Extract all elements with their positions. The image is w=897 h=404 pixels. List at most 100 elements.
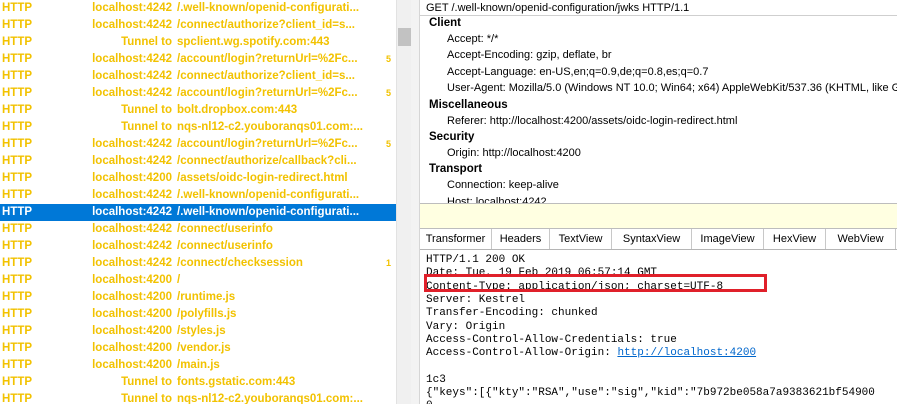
header-item[interactable]: User-Agent: Mozilla/5.0 (Windows NT 10.0… bbox=[447, 82, 897, 94]
session-row[interactable]: HTTP localhost:4242/connect/authorize?cli… bbox=[0, 68, 396, 85]
tab-hexview[interactable]: HexView bbox=[764, 229, 826, 249]
session-host: localhost:4200 bbox=[92, 308, 172, 320]
session-host: Tunnel to bbox=[121, 36, 172, 48]
session-extra: 5 bbox=[386, 88, 392, 98]
tab-imageview[interactable]: ImageView bbox=[692, 229, 764, 249]
response-line-text: Access-Control-Allow-Origin: bbox=[426, 347, 618, 360]
scrollbar-thumb[interactable] bbox=[398, 28, 411, 46]
header-group-title[interactable]: Security bbox=[429, 131, 474, 143]
session-host: Tunnel to bbox=[121, 376, 172, 388]
tab-transformer[interactable]: Transformer bbox=[420, 229, 492, 249]
session-row[interactable]: HTTP localhost:4200/styles.js bbox=[0, 323, 396, 340]
session-protocol: HTTP bbox=[2, 2, 33, 14]
session-row[interactable]: HTTP localhost:4242 /.well-known/openid-co… bbox=[0, 187, 396, 204]
session-row[interactable]: HTTP Tunnel to bolt.dropbox.com:443 bbox=[0, 102, 396, 119]
response-raw-view: HTTP/1.1 200 OK Date: Tue, 19 Feb 2019 06… bbox=[420, 250, 897, 404]
session-extra: 5 bbox=[386, 139, 392, 149]
session-row[interactable]: HTTP localhost:4200/vendor.js bbox=[0, 340, 396, 357]
session-row[interactable]: HTTP localhost:4242/connect/authorize?cli… bbox=[0, 17, 396, 34]
session-row[interactable]: HTTP localhost:4242 /.well-known/openid-co… bbox=[0, 0, 396, 17]
session-url: /connect/authorize?client_id=s... bbox=[177, 19, 355, 31]
tab-textview[interactable]: TextView bbox=[550, 229, 612, 249]
session-url: /connect/authorize/callback?cli... bbox=[177, 155, 357, 167]
header-group-title[interactable]: Client bbox=[429, 17, 461, 29]
session-row[interactable]: HTTP localhost:4200 / bbox=[0, 272, 396, 289]
session-protocol: HTTP bbox=[2, 291, 33, 303]
response-line: Content-Type: application/json; charset=… bbox=[426, 281, 723, 294]
response-line: Access-Control-Allow-Credentials: true bbox=[426, 334, 677, 347]
session-host: localhost:4200 bbox=[92, 172, 172, 184]
header-item[interactable]: Connection: keep-alive bbox=[447, 179, 559, 191]
session-url: /main.js bbox=[177, 359, 220, 371]
response-line-text: Server: Kestrel bbox=[426, 293, 526, 306]
session-url: nqs-nl12-c2.youboranqs01.com:... bbox=[177, 121, 363, 133]
session-row[interactable]: HTTP localhost:4242/account/login?returnU… bbox=[0, 85, 396, 102]
session-protocol: HTTP bbox=[2, 308, 33, 320]
header-group-title[interactable]: Transport bbox=[429, 163, 482, 175]
header-item[interactable]: Referer: http://localhost:4200/assets/oi… bbox=[447, 115, 737, 127]
session-list-scrollbar[interactable] bbox=[396, 0, 411, 404]
session-row[interactable]: HTTP Tunnel to spclient.wg.spotify.com:443 bbox=[0, 34, 396, 51]
tab-headers[interactable]: Headers bbox=[492, 229, 550, 249]
info-bar[interactable] bbox=[420, 203, 897, 229]
session-protocol: HTTP bbox=[2, 393, 33, 404]
session-url: nqs-nl12-c2.youboranqs01.com:... bbox=[177, 393, 363, 404]
tab-webview[interactable]: WebView bbox=[826, 229, 896, 249]
session-host: Tunnel to bbox=[121, 104, 172, 116]
header-item[interactable]: Accept: */* bbox=[447, 33, 498, 45]
session-row[interactable]: HTTP localhost:4200/main.js bbox=[0, 357, 396, 374]
session-row[interactable]: HTTP Tunnel to nqs-nl12-c2.youboranqs01.co… bbox=[0, 119, 396, 136]
session-row[interactable]: HTTP localhost:4242/account/login?returnU… bbox=[0, 136, 396, 153]
header-item[interactable]: Origin: http://localhost:4200 bbox=[447, 147, 581, 159]
session-list[interactable]: HTTP localhost:4242 /.well-known/openid-co… bbox=[0, 0, 396, 404]
session-url: /account/login?returnUrl=%2Fc... bbox=[177, 138, 358, 150]
session-url: /account/login?returnUrl=%2Fc... bbox=[177, 87, 358, 99]
session-protocol: HTTP bbox=[2, 121, 33, 133]
session-row[interactable]: HTTP localhost:4242/connect/authorize/cal… bbox=[0, 153, 396, 170]
session-protocol: HTTP bbox=[2, 36, 33, 48]
session-url: /vendor.js bbox=[177, 342, 231, 354]
response-line: Server: Kestrel bbox=[426, 294, 525, 307]
response-tabs: Transformer Headers TextView SyntaxView Imag… bbox=[420, 229, 897, 250]
session-protocol: HTTP bbox=[2, 70, 33, 82]
session-host: localhost:4242 bbox=[92, 138, 172, 150]
session-row[interactable]: HTTP Tunnel to nqs-nl12-c2.youboranqs01.co… bbox=[0, 391, 396, 404]
session-url: /connect/authorize?client_id=s... bbox=[177, 70, 355, 82]
session-row[interactable]: HTTP localhost:4242/account/login?returnU… bbox=[0, 51, 396, 68]
session-row[interactable]: HTTP localhost:4200/polyfills.js bbox=[0, 306, 396, 323]
session-protocol: HTTP bbox=[2, 274, 33, 286]
session-row[interactable]: HTTP Tunnel to fonts.gstatic.com:443 bbox=[0, 374, 396, 391]
session-url: fonts.gstatic.com:443 bbox=[177, 376, 296, 388]
session-protocol: HTTP bbox=[2, 240, 33, 252]
session-url: /account/login?returnUrl=%2Fc... bbox=[177, 53, 358, 65]
response-line-text: Transfer-Encoding: chunked bbox=[426, 307, 598, 320]
session-host: localhost:4200 bbox=[92, 274, 172, 286]
header-item[interactable]: Accept-Language: en-US,en;q=0.9,de;q=0.8… bbox=[447, 66, 708, 78]
tab-syntaxview[interactable]: SyntaxView bbox=[612, 229, 692, 249]
session-row[interactable]: HTTP localhost:4242/connect/userinfo bbox=[0, 221, 396, 238]
response-line-text: 1c3 bbox=[426, 373, 446, 386]
session-url: /connect/userinfo bbox=[177, 223, 273, 235]
session-host: localhost:4200 bbox=[92, 325, 172, 337]
header-item[interactable]: Host: localhost:4242 bbox=[447, 196, 547, 203]
session-protocol: HTTP bbox=[2, 155, 33, 167]
session-host: localhost:4242 bbox=[92, 206, 172, 218]
session-row[interactable]: HTTP localhost:4242/connect/userinfo bbox=[0, 238, 396, 255]
session-protocol: HTTP bbox=[2, 359, 33, 371]
session-host: Tunnel to bbox=[121, 393, 172, 404]
header-group-title[interactable]: Miscellaneous bbox=[429, 99, 508, 111]
session-host: localhost:4242 bbox=[92, 53, 172, 65]
session-protocol: HTTP bbox=[2, 325, 33, 337]
response-line-text: 0 bbox=[426, 400, 433, 404]
session-url: spclient.wg.spotify.com:443 bbox=[177, 36, 330, 48]
session-protocol: HTTP bbox=[2, 87, 33, 99]
session-row[interactable]: HTTP localhost:4200/runtime.js bbox=[0, 289, 396, 306]
session-host: localhost:4242 bbox=[92, 2, 172, 14]
pane-splitter[interactable] bbox=[411, 0, 420, 404]
session-row[interactable]: HTTP localhost:4200/assets/oidc-login-red… bbox=[0, 170, 396, 187]
header-item[interactable]: Accept-Encoding: gzip, deflate, br bbox=[447, 49, 611, 61]
session-row[interactable]: HTTP localhost:4242 /.well-known/openid-co… bbox=[0, 204, 396, 221]
session-row[interactable]: HTTP localhost:4242/connect/checksession 1 bbox=[0, 255, 396, 272]
response-line-text: Access-Control-Allow-Credentials: true bbox=[426, 333, 677, 346]
origin-link[interactable]: http://localhost:4200 bbox=[617, 347, 756, 359]
